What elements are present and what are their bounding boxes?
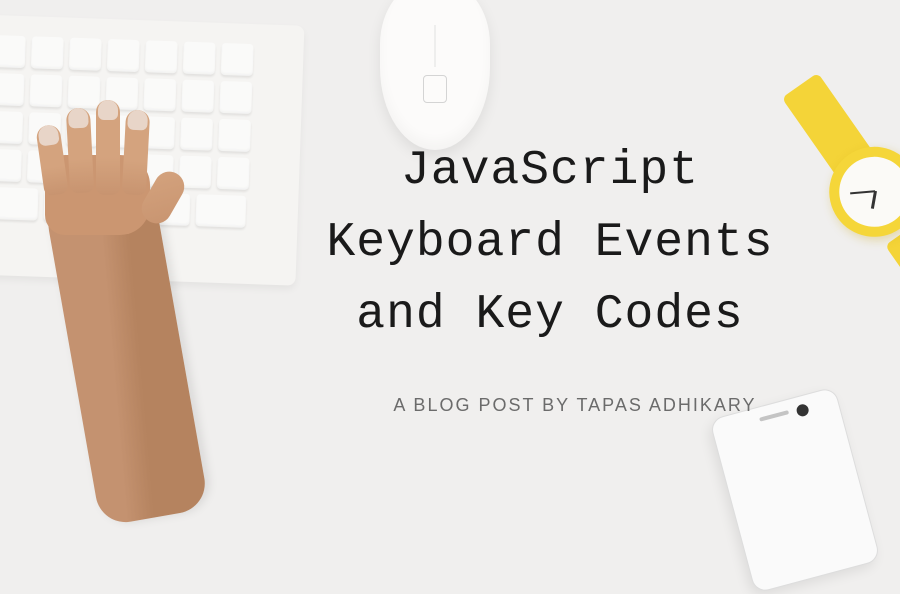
phone-prop	[709, 386, 881, 594]
title-line-3: and Key Codes	[356, 288, 743, 342]
blog-hero-image: JavaScript Keyboard Events and Key Codes…	[0, 0, 900, 500]
title-line-1: JavaScript	[401, 144, 699, 198]
mouse-prop	[380, 0, 490, 150]
title-line-2: Keyboard Events	[326, 216, 773, 270]
blog-byline: A BLOG POST BY TAPAS ADHIKARY	[350, 395, 800, 416]
blog-title: JavaScript Keyboard Events and Key Codes	[270, 135, 830, 351]
hand-prop	[30, 100, 160, 220]
